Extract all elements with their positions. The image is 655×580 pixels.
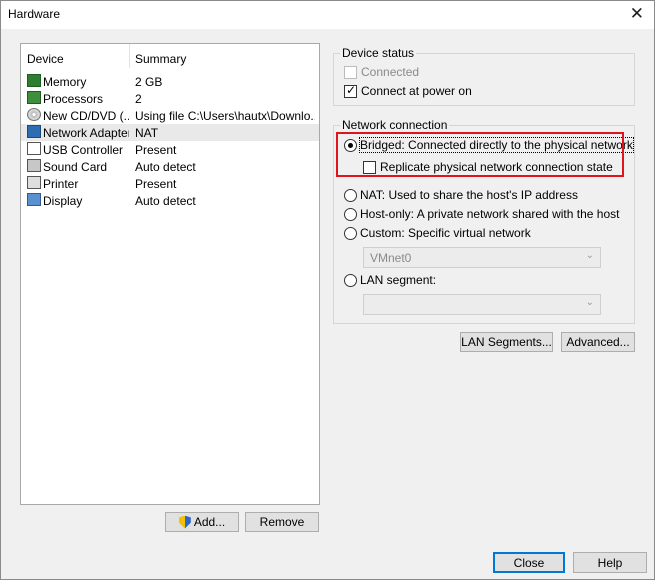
lan-segment-radio-button[interactable] <box>344 273 357 287</box>
device-summary: Auto detect <box>135 194 196 208</box>
device-summary: NAT <box>135 126 159 140</box>
chevron-down-icon: ⌄ <box>585 250 594 261</box>
advanced-button[interactable]: Advanced... <box>561 332 635 352</box>
device-name: USB Controller <box>43 143 124 157</box>
title-bar: Hardware ✕ <box>1 1 654 29</box>
close-window-icon[interactable]: ✕ <box>630 4 644 24</box>
device-status-legend: Device status <box>342 46 415 60</box>
device-row-display[interactable]: Display Auto detect <box>21 192 319 209</box>
custom-radio[interactable]: Custom: Specific virtual network <box>344 226 531 240</box>
device-name: Processors <box>43 92 104 106</box>
lan-segment-radio[interactable]: LAN segment: <box>344 273 436 287</box>
add-button[interactable]: Add... <box>165 512 239 532</box>
column-header-summary[interactable]: Summary <box>135 52 186 66</box>
connected-label: Connected <box>361 65 420 79</box>
device-name: Network Adapter <box>43 126 129 140</box>
host-only-radio-button[interactable] <box>344 207 357 221</box>
nat-radio[interactable]: NAT: Used to share the host's IP address <box>344 188 578 202</box>
sound-card-icon <box>27 159 41 172</box>
device-row-cd-dvd[interactable]: New CD/DVD (... Using file C:\Users\haut… <box>21 107 319 124</box>
column-header-device[interactable]: Device <box>27 52 64 66</box>
device-rows: Memory 2 GB Processors 2 New CD/DVD (...… <box>21 73 319 209</box>
printer-icon <box>27 176 41 189</box>
memory-icon <box>27 74 41 87</box>
connect-at-power-on-check-box[interactable] <box>344 83 357 98</box>
custom-radio-button[interactable] <box>344 226 357 240</box>
device-summary: Present <box>135 143 177 157</box>
window-title: Hardware <box>8 7 61 21</box>
custom-network-select[interactable]: VMnet0 ⌄ <box>363 247 601 268</box>
custom-label: Custom: Specific virtual network <box>360 226 531 240</box>
nat-radio-button[interactable] <box>344 188 357 202</box>
device-summary: Using file C:\Users\hautx\Downlo... <box>135 109 315 123</box>
connected-check-box[interactable] <box>344 65 357 79</box>
device-name: Display <box>43 194 83 208</box>
custom-network-value: VMnet0 <box>370 251 412 265</box>
network-adapter-icon <box>27 125 41 138</box>
lan-segment-label: LAN segment: <box>360 273 437 287</box>
column-separator[interactable] <box>129 44 130 68</box>
device-name: Sound Card <box>43 160 108 174</box>
host-only-radio[interactable]: Host-only: A private network shared with… <box>344 207 619 221</box>
connect-at-power-on-checkbox[interactable]: Connect at power on <box>344 83 472 98</box>
uac-shield-icon <box>178 515 191 529</box>
processor-icon <box>27 91 41 104</box>
device-summary: 2 <box>135 92 142 106</box>
device-summary: Present <box>135 177 177 191</box>
device-summary: Auto detect <box>135 160 196 174</box>
red-highlight-annotation <box>336 132 624 177</box>
device-row-processors[interactable]: Processors 2 <box>21 90 319 107</box>
remove-button[interactable]: Remove <box>245 512 319 532</box>
connected-checkbox[interactable]: Connected <box>344 65 419 79</box>
device-name: Printer <box>43 177 79 191</box>
device-name: Memory <box>43 75 87 89</box>
network-connection-legend: Network connection <box>342 118 448 132</box>
device-row-printer[interactable]: Printer Present <box>21 175 319 192</box>
device-list[interactable]: Device Summary Memory 2 GB Processors 2 … <box>20 43 320 505</box>
cd-dvd-icon <box>27 108 41 121</box>
device-list-header: Device Summary <box>21 44 319 68</box>
device-summary: 2 GB <box>135 75 163 89</box>
lan-segments-button[interactable]: LAN Segments... <box>460 332 553 352</box>
close-button[interactable]: Close <box>493 552 565 573</box>
device-row-usb-controller[interactable]: USB Controller Present <box>21 141 319 158</box>
host-only-label: Host-only: A private network shared with… <box>360 207 620 221</box>
usb-controller-icon <box>27 142 41 155</box>
add-button-label: Add... <box>193 515 226 529</box>
device-row-network-adapter[interactable]: Network Adapter NAT <box>21 124 319 141</box>
display-icon <box>27 193 41 206</box>
device-name: New CD/DVD (... <box>43 109 129 123</box>
chevron-down-icon: ⌄ <box>585 297 594 308</box>
lan-segment-select[interactable]: ⌄ <box>363 294 601 315</box>
device-row-sound-card[interactable]: Sound Card Auto detect <box>21 158 319 175</box>
connect-at-power-on-label: Connect at power on <box>361 84 472 98</box>
nat-label: NAT: Used to share the host's IP address <box>360 188 578 202</box>
device-row-memory[interactable]: Memory 2 GB <box>21 73 319 90</box>
help-button[interactable]: Help <box>573 552 647 573</box>
